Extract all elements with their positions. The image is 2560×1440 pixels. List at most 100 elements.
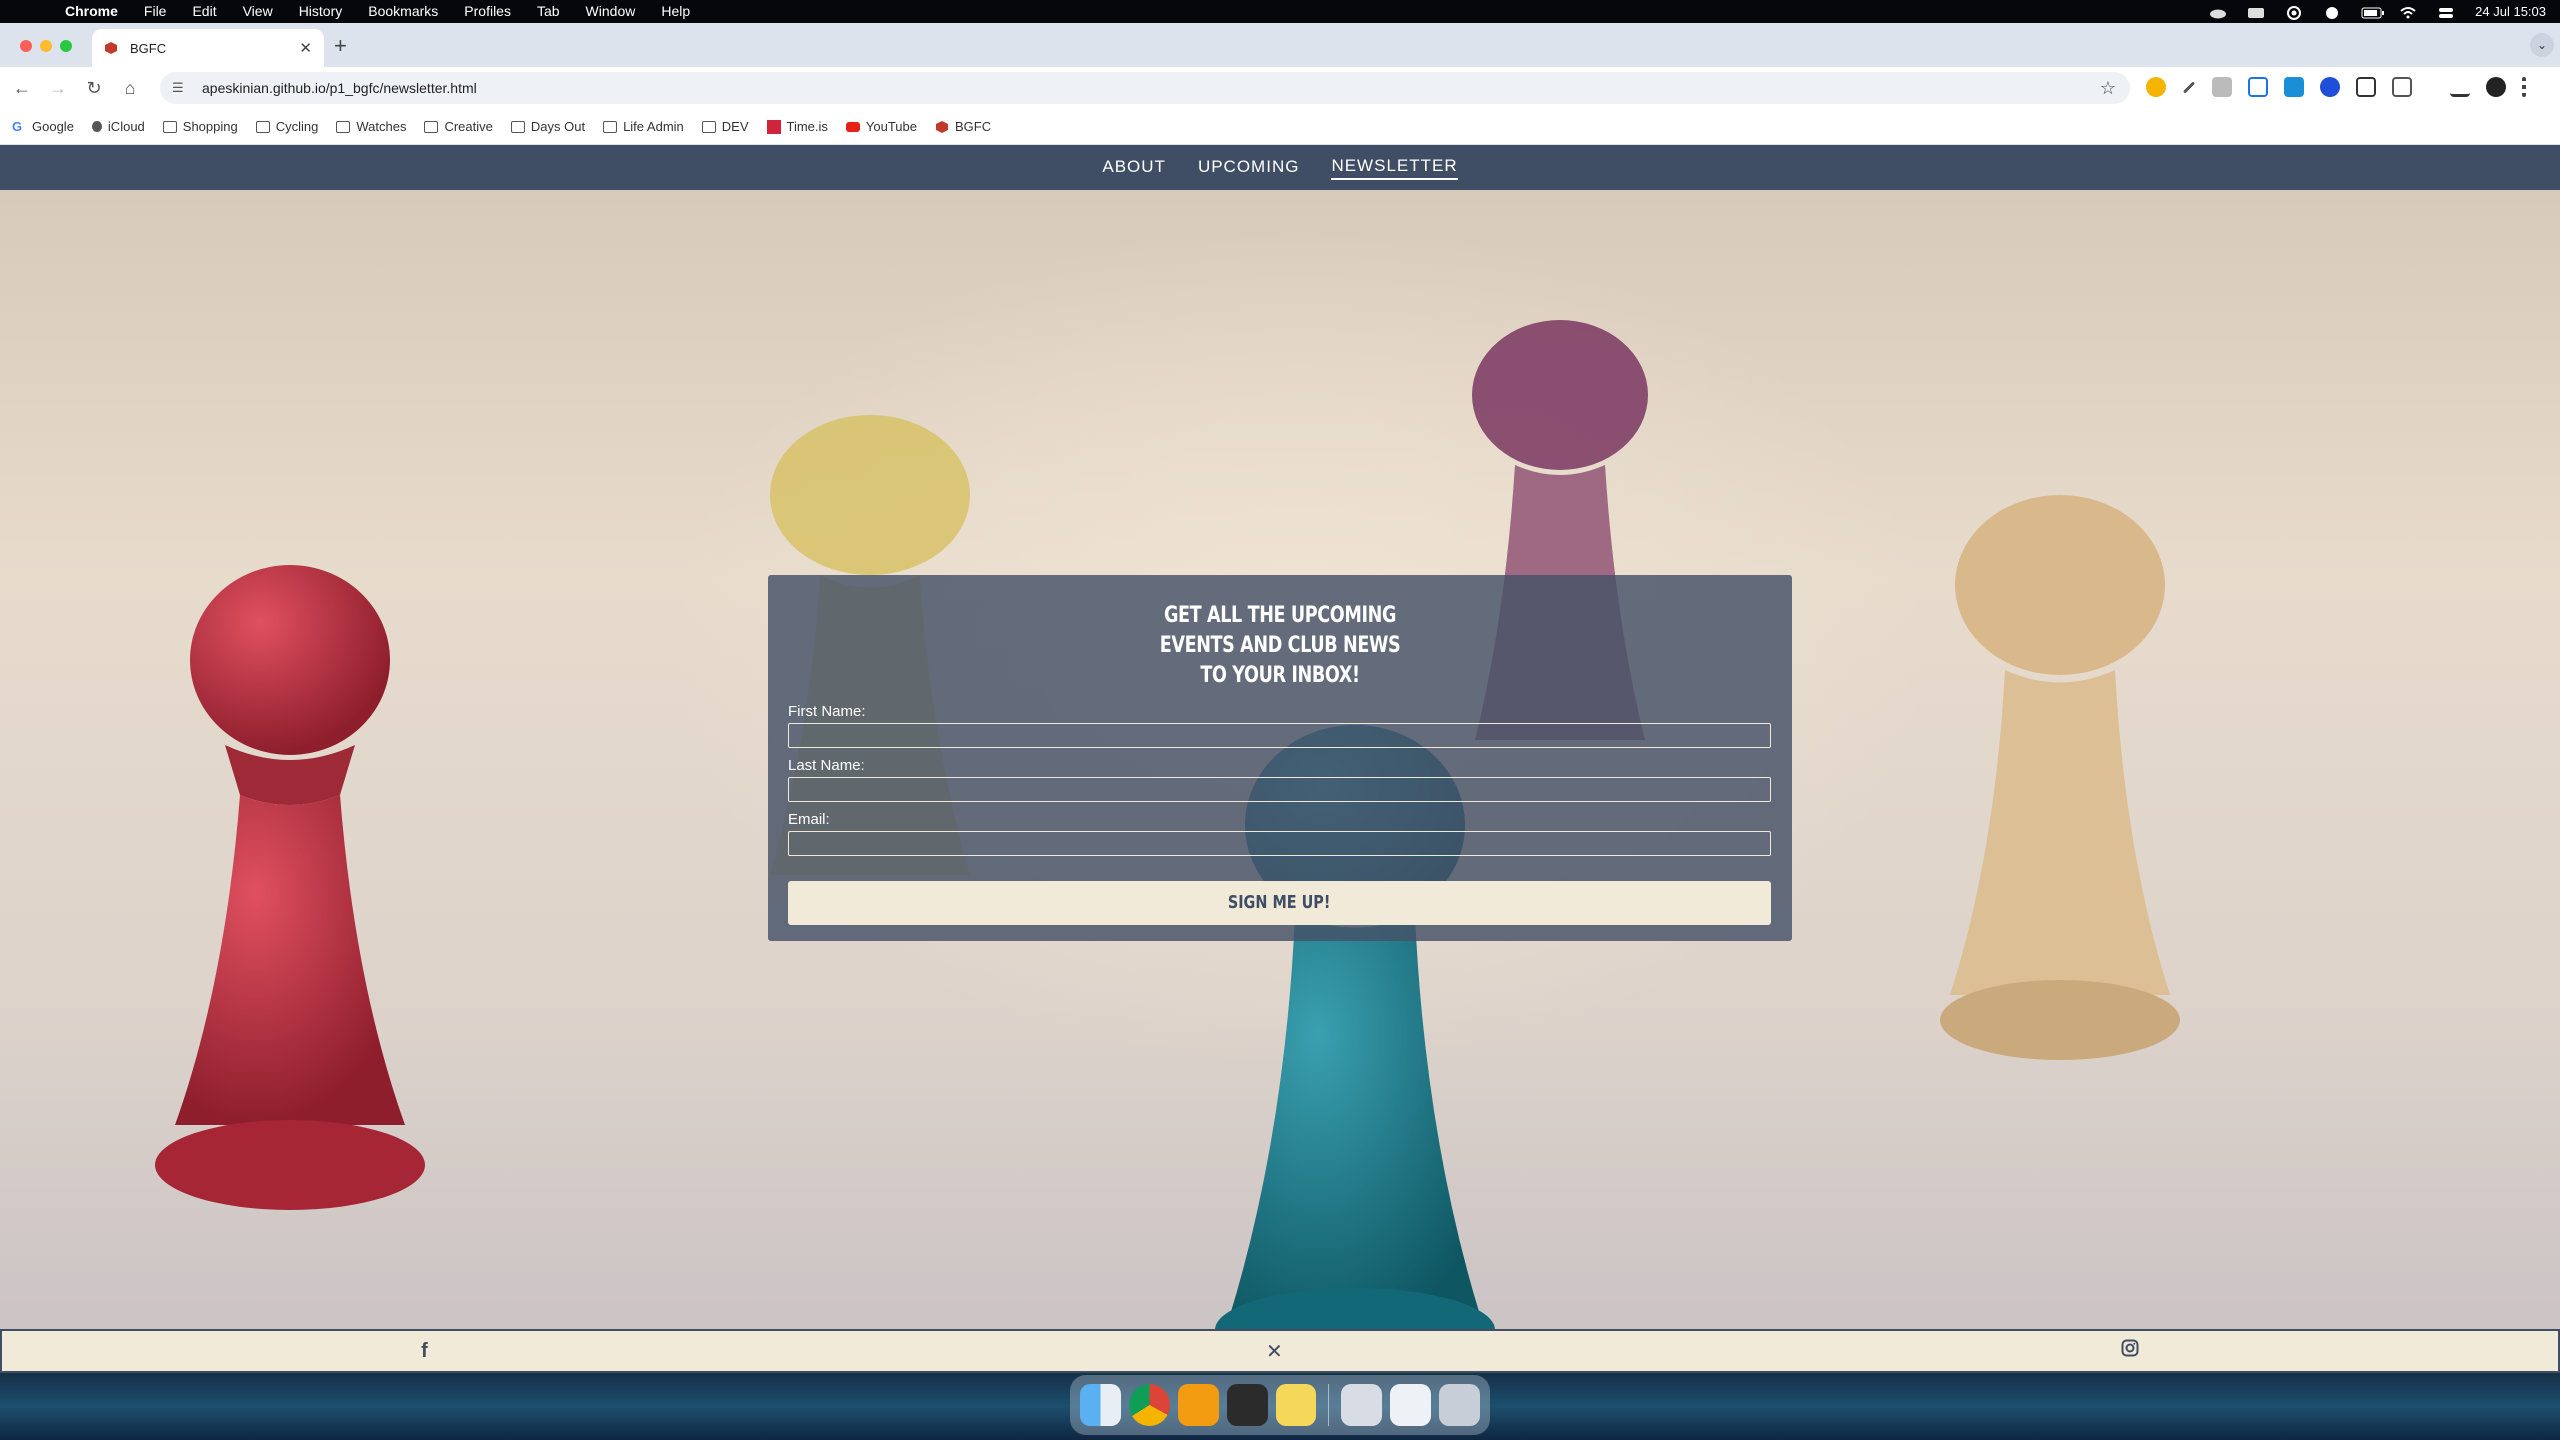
chrome-icon[interactable] [1128,1384,1170,1426]
window-controls [20,40,72,52]
forward-arrow-icon[interactable]: → [40,78,76,99]
document-icon[interactable] [1341,1384,1383,1426]
bookmark-days-out[interactable]: Days Out [510,119,585,134]
sign-me-up-button[interactable]: SIGN ME UP! [788,881,1771,925]
email-label: Email: [788,811,830,828]
facebook-icon[interactable]: f [421,1340,428,1363]
menu-file[interactable]: File [131,0,180,23]
battery-icon[interactable] [2361,6,2385,18]
last-name-label: Last Name: [788,757,865,774]
bookmarks-bar: G Google iCloud Shopping Cycling Watches … [0,109,2560,145]
bookmark-creative[interactable]: Creative [424,119,493,134]
extensions-area [2146,77,2526,97]
red-pawn-image [155,565,425,1210]
home-icon[interactable]: ⌂ [112,78,148,99]
macos-menu-bar: Chrome File Edit View History Bookmarks … [0,0,2560,23]
form-heading-line-2: EVENTS AND CLUB NEWS [1159,633,1401,658]
new-tab-icon[interactable]: + [334,33,347,59]
newsletter-signup-form: GET ALL THE UPCOMING EVENTS AND CLUB NEW… [768,575,1792,941]
form-heading-line-3: TO YOUR INBOX! [1200,663,1360,688]
bookmark-dev[interactable]: DEV [701,119,749,134]
menu-app-name[interactable]: Chrome [52,0,131,23]
chrome-tab-strip: BGFC ✕ + ⌄ [0,23,2560,67]
menu-help[interactable]: Help [648,0,703,23]
nav-link-newsletter[interactable]: NEWSLETTER [1331,156,1458,180]
minimize-window-button[interactable] [40,40,52,52]
x-twitter-icon[interactable]: ✕ [1266,1339,1283,1364]
folder-icon [162,120,177,133]
tab-search-icon[interactable]: ⌄ [2530,33,2554,57]
menu-bookmarks[interactable]: Bookmarks [355,0,451,23]
bookmark-cycling[interactable]: Cycling [255,119,318,134]
shazam-icon[interactable] [2323,6,2341,19]
zoom-window-button[interactable] [60,40,72,52]
control-center-icon[interactable] [2437,6,2455,18]
first-name-input[interactable] [788,723,1771,748]
wifi-icon[interactable] [2399,6,2417,18]
bookmark-life-admin[interactable]: Life Admin [603,119,684,134]
instagram-icon[interactable] [2121,1339,2139,1363]
puzzle-extensions-icon[interactable] [2392,77,2412,97]
cloud-icon[interactable] [2209,6,2227,18]
folder-icon [510,120,525,133]
google-icon: G [12,118,23,134]
bookmark-shopping[interactable]: Shopping [162,119,238,134]
time-is-icon [766,119,781,134]
bgfc-favicon-icon [936,120,948,133]
close-window-button[interactable] [20,40,32,52]
download-icon[interactable] [2450,77,2470,97]
nav-link-upcoming[interactable]: UPCOMING [1198,157,1300,179]
back-arrow-icon[interactable]: ← [4,78,40,99]
menu-edit[interactable]: Edit [179,0,229,23]
eyedropper-icon[interactable] [2182,80,2196,94]
bookmark-star-icon[interactable]: ☆ [2100,78,2116,99]
crop-icon[interactable] [2248,77,2268,97]
app-icon[interactable] [1226,1384,1268,1426]
bookmark-youtube[interactable]: YouTube [845,119,917,134]
extension-icon[interactable] [2284,77,2304,97]
menu-tab[interactable]: Tab [524,0,573,23]
last-name-input[interactable] [788,777,1771,802]
menu-bar-clock[interactable]: 24 Jul 15:03 [2475,4,2546,19]
site-footer: f ✕ [0,1329,2560,1373]
trash-icon[interactable] [1439,1384,1480,1426]
menu-history[interactable]: History [286,0,356,23]
address-bar[interactable]: ☰ apeskinian.github.io/p1_bgfc/newslette… [160,72,2130,104]
close-tab-icon[interactable]: ✕ [299,39,312,57]
email-input[interactable] [788,831,1771,856]
youtube-icon [845,121,860,132]
site-info-icon[interactable]: ☰ [172,80,192,96]
record-icon[interactable] [2285,5,2303,20]
malwarebytes-icon[interactable] [2320,77,2340,97]
url-text[interactable]: apeskinian.github.io/p1_bgfc/newsletter.… [202,80,477,96]
kebab-menu-icon[interactable] [2522,77,2526,97]
browser-tab-active[interactable]: BGFC ✕ [92,29,324,67]
extension-icon[interactable] [2146,77,2166,97]
media-icon[interactable] [2356,77,2376,97]
bgfc-favicon-icon [105,42,117,54]
notes-icon[interactable] [1275,1384,1317,1426]
mail-app-icon[interactable] [1177,1384,1219,1426]
nav-link-about[interactable]: ABOUT [1102,157,1166,179]
menu-profiles[interactable]: Profiles [451,0,524,23]
macos-dock [1070,1375,1490,1435]
folder-icon [424,120,439,133]
form-heading-line-1: GET ALL THE UPCOMING [1164,603,1396,628]
bookmark-bgfc[interactable]: BGFC [935,119,991,134]
document-icon[interactable] [1390,1384,1432,1426]
menu-view[interactable]: View [230,0,286,23]
card-icon[interactable] [2247,6,2265,18]
apple-icon [91,121,102,132]
finder-icon[interactable] [1080,1384,1121,1426]
profile-avatar-icon[interactable] [2486,77,2506,97]
bookmark-google[interactable]: G Google [12,119,74,134]
bookmark-time-is[interactable]: Time.is [766,119,828,134]
beige-pawn-image [1940,495,2180,1060]
reload-icon[interactable]: ↻ [76,78,112,99]
first-name-label: First Name: [788,703,866,720]
folder-icon [255,120,270,133]
bookmark-watches[interactable]: Watches [336,119,406,134]
bookmark-icloud[interactable]: iCloud [91,119,145,134]
menu-window[interactable]: Window [573,0,649,23]
extension-icon[interactable] [2212,77,2232,97]
